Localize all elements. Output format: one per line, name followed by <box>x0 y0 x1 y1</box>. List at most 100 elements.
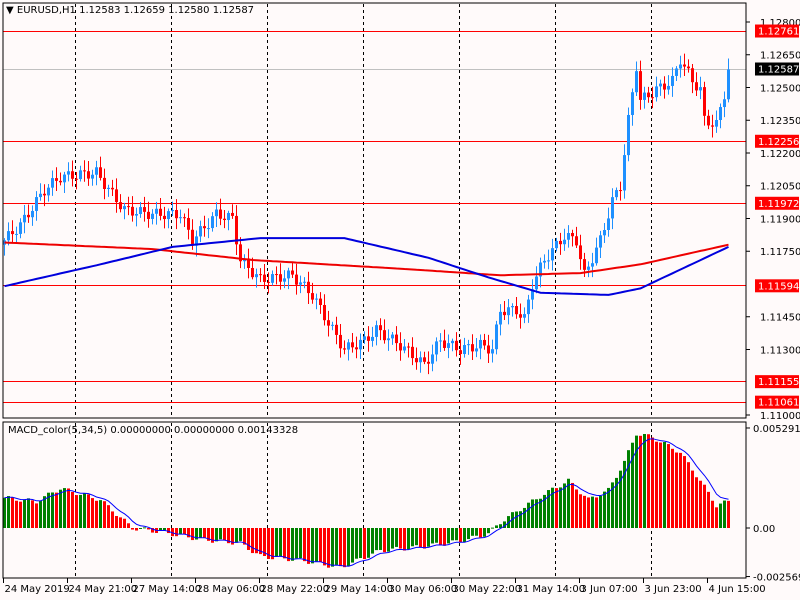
macd-bar-up <box>455 528 458 541</box>
macd-bar-down <box>707 491 710 528</box>
bear-candle <box>183 217 186 219</box>
macd-bar-down <box>363 528 366 560</box>
bull-candle <box>499 311 502 325</box>
bear-candle <box>647 92 650 98</box>
level-price-tag: 1.11155 <box>758 377 799 388</box>
macd-bar-down <box>19 501 22 528</box>
macd-bar-up <box>599 495 602 528</box>
bear-candle <box>691 68 694 83</box>
bull-candle <box>151 213 154 219</box>
time-tick-label: 3 Jun 07:00 <box>581 584 638 595</box>
bear-candle <box>379 325 382 331</box>
macd-bar-down <box>579 494 582 528</box>
bear-candle <box>111 187 114 190</box>
bear-candle <box>131 206 134 216</box>
price-axis[interactable]: 1.128001.126501.125001.123501.122001.120… <box>746 18 800 584</box>
macd-bar-down <box>191 528 194 541</box>
bull-candle <box>271 274 274 283</box>
macd-bar-down <box>303 528 306 562</box>
bear-candle <box>223 218 226 221</box>
macd-bar-down <box>111 511 114 528</box>
bear-candle <box>267 281 270 283</box>
chart-canvas[interactable]: 1.128001.126501.125001.123501.122001.120… <box>0 0 800 600</box>
macd-bar-down <box>307 528 310 564</box>
bear-candle <box>707 115 710 126</box>
bear-candle <box>119 202 122 210</box>
macd-bar-down <box>383 528 386 553</box>
bull-candle <box>347 342 350 350</box>
time-tick-label: 27 May 14:00 <box>133 584 202 595</box>
bull-candle <box>139 207 142 215</box>
macd-bar-down <box>175 528 178 537</box>
macd-bar-up <box>411 528 414 547</box>
time-tick-label: 24 May 2019 <box>5 584 70 595</box>
bull-candle <box>283 278 286 282</box>
bull-candle <box>287 270 290 279</box>
bear-candle <box>175 210 178 219</box>
level-price-tag: 1.11061 <box>758 398 799 409</box>
time-tick-label: 28 May 22:00 <box>261 584 330 595</box>
bull-candle <box>451 340 454 344</box>
bear-candle <box>703 87 706 116</box>
time-axis[interactable]: 24 May 201924 May 21:0027 May 14:00 28 Ma… <box>3 578 766 595</box>
price-tick-label: 1.11450 <box>760 313 800 324</box>
bull-candle <box>719 107 722 121</box>
macd-bar-up <box>495 525 498 528</box>
macd-bar-down <box>31 500 34 528</box>
bear-candle <box>291 270 294 275</box>
time-tick-label: 24 May 21:00 <box>69 584 138 595</box>
bear-candle <box>115 189 118 203</box>
bear-candle <box>711 125 714 127</box>
macd-bar-up <box>515 511 518 528</box>
bear-candle <box>571 233 574 237</box>
macd-bar-up <box>487 528 490 534</box>
bear-candle <box>59 180 62 183</box>
bull-candle <box>699 87 702 91</box>
macd-bar-down <box>203 528 206 538</box>
bear-candle <box>231 212 234 216</box>
macd-bar-down <box>587 497 590 528</box>
bull-candle <box>63 174 66 183</box>
bull-candle <box>363 336 366 340</box>
macd-bar-down <box>183 528 186 535</box>
macd-bar-down <box>107 505 110 528</box>
macd-bar-down <box>639 435 642 528</box>
level-price-tag: 1.11594 <box>758 281 799 292</box>
bear-candle <box>27 214 30 218</box>
macd-bar-down <box>679 452 682 528</box>
macd-bar-down <box>691 470 694 528</box>
macd-bar-up <box>215 528 218 542</box>
collapse-triangle-icon[interactable]: ▼ <box>6 5 14 16</box>
macd-bar-up <box>63 488 66 528</box>
macd-bar-down <box>119 517 122 528</box>
macd-bar-up <box>447 528 450 544</box>
bull-candle <box>403 346 406 351</box>
horizontal-levels[interactable] <box>3 31 746 403</box>
bear-candle <box>651 97 654 99</box>
bear-candle <box>275 274 278 276</box>
macd-bar-up <box>7 496 10 528</box>
bear-candle <box>251 267 254 278</box>
macd-bar-down <box>419 528 422 548</box>
bear-candle <box>319 298 322 306</box>
bull-candle <box>387 338 390 341</box>
bear-candle <box>147 211 150 219</box>
bear-candle <box>219 209 222 219</box>
macd-bar-up <box>415 528 418 546</box>
price-tick-label: 1.11300 <box>760 345 800 356</box>
bear-candle <box>259 274 262 276</box>
bear-candle <box>683 64 686 67</box>
macd-bar-down <box>71 491 74 528</box>
macd-bar-down <box>35 503 38 528</box>
bull-candle <box>47 187 50 196</box>
macd-bar-up <box>359 528 362 559</box>
bull-candle <box>615 190 618 198</box>
macd-bar-down <box>123 518 126 528</box>
macd-bar-up <box>291 528 294 561</box>
macd-bar-up <box>531 499 534 528</box>
bull-candle <box>371 336 374 341</box>
bull-candle <box>7 231 10 241</box>
bull-candle <box>31 210 34 218</box>
level-price-tag: 1.11972 <box>758 199 799 210</box>
bull-candle <box>171 210 174 212</box>
